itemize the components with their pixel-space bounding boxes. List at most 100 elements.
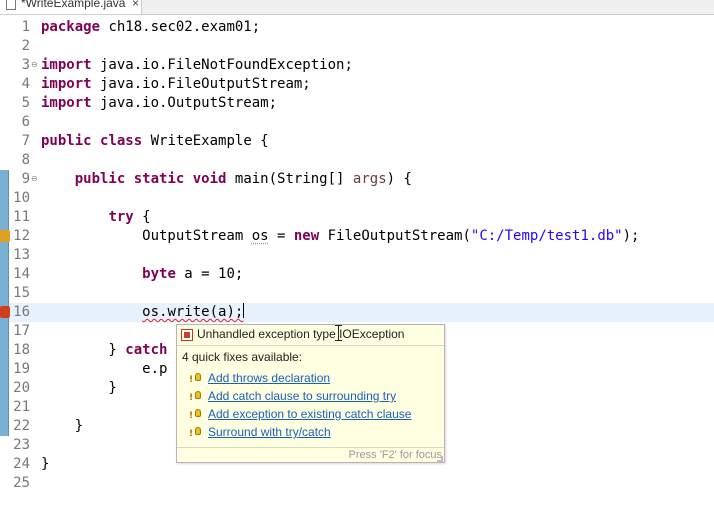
code-text: OutputStream os = new FileOutputStream("…: [41, 227, 639, 246]
code-token: catch: [125, 342, 168, 358]
code-token: }: [41, 456, 50, 472]
code-token: ch18.sec02.exam01;: [100, 19, 261, 35]
fix-add-throws-link[interactable]: Add throws declaration: [208, 371, 330, 385]
code-token: java.io.FileOutputStream;: [91, 76, 311, 92]
code-token: args: [352, 171, 387, 187]
code-token: class: [100, 133, 143, 149]
resize-grip-icon[interactable]: [437, 456, 443, 462]
editor-tab-writeexample[interactable]: *WriteExample.java ×: [0, 0, 142, 14]
quick-fix-icon: !: [189, 427, 203, 440]
code-token: OutputStream: [41, 228, 252, 244]
line-number: 8: [21, 152, 30, 168]
quick-fix-icon: !: [189, 373, 203, 386]
fix-add-catch-clause-link[interactable]: Add catch clause to surrounding try: [208, 389, 396, 403]
popup-footer: Press 'F2' for focus: [177, 447, 444, 463]
code-token: java.io.OutputStream;: [91, 95, 278, 111]
code-token: byte: [142, 266, 176, 282]
code-token: void: [192, 171, 227, 187]
line-number: 7: [21, 133, 30, 149]
code-text: }: [41, 455, 49, 474]
code-line[interactable]: 1 package ch18.sec02.exam01;: [0, 18, 714, 37]
code-token: main(String[]: [226, 171, 353, 187]
code-line[interactable]: 2: [0, 37, 714, 56]
code-token: public: [41, 133, 92, 149]
quick-fix-item[interactable]: ! Surround with try/catch: [189, 424, 439, 442]
code-token: {: [133, 209, 151, 225]
popup-header: Unhandled exception type IOException: [177, 325, 444, 346]
code-token: "C:/Temp/test1.db": [470, 228, 623, 244]
quick-fix-icon: !: [189, 391, 203, 404]
error-marker-icon[interactable]: [0, 306, 10, 318]
code-token: e.p: [41, 361, 168, 377]
line-number: 24: [13, 456, 30, 472]
code-line[interactable]: 16 os.write(a);: [0, 303, 714, 322]
error-icon: [181, 329, 193, 341]
code-token: import: [41, 57, 92, 73]
code-token: public: [74, 171, 126, 187]
code-token: FileOutputStream(: [319, 228, 471, 244]
code-line[interactable]: 14 byte a = 10;: [0, 265, 714, 284]
line-number: 2: [21, 38, 30, 54]
fix-surround-try-catch-link[interactable]: Surround with try/catch: [208, 425, 331, 439]
code-text: import java.io.FileOutputStream;: [41, 75, 311, 94]
code-token: a = 10;: [175, 266, 244, 282]
code-text: e.p: [41, 360, 167, 379]
line-number: 1: [21, 19, 30, 35]
code-token: new: [293, 228, 320, 244]
close-icon[interactable]: ×: [132, 0, 139, 10]
quick-fix-item[interactable]: ! Add exception to existing catch clause: [189, 406, 439, 424]
code-token: );: [622, 228, 640, 244]
code-line[interactable]: 6: [0, 113, 714, 132]
line-number: 6: [21, 114, 30, 130]
code-text: package ch18.sec02.exam01;: [41, 18, 260, 37]
code-line[interactable]: 4 import java.io.FileOutputStream;: [0, 75, 714, 94]
code-text: public class WriteExample {: [41, 132, 269, 151]
code-line[interactable]: 5 import java.io.OutputStream;: [0, 94, 714, 113]
code-line[interactable]: 15: [0, 284, 714, 303]
code-line[interactable]: 11 try {: [0, 208, 714, 227]
code-line[interactable]: 3 ⊖ import java.io.FileNotFoundException;: [0, 56, 714, 75]
code-text: import java.io.OutputStream;: [41, 94, 277, 113]
code-text: }: [41, 417, 83, 436]
code-token: static: [133, 171, 185, 187]
code-token: =: [268, 228, 294, 244]
quick-fix-item[interactable]: ! Add throws declaration: [189, 370, 439, 388]
text-caret: [243, 303, 245, 318]
fold-toggle-icon[interactable]: ⊖: [31, 60, 38, 70]
line-number: 23: [13, 437, 30, 453]
quick-fix-count: 4 quick fixes available:: [182, 350, 303, 364]
code-text: try {: [41, 208, 151, 227]
line-number: 25: [13, 475, 30, 491]
scope-highlight-bar: [0, 170, 9, 436]
quick-fix-popup: Unhandled exception type IOException 4 q…: [176, 324, 445, 463]
fold-toggle-icon[interactable]: ⊖: [31, 174, 38, 184]
code-line[interactable]: 10: [0, 189, 714, 208]
quick-fix-icon: !: [189, 409, 203, 422]
code-token: WriteExample {: [142, 133, 269, 149]
quick-fix-item[interactable]: ! Add catch clause to surrounding try: [189, 388, 439, 406]
line-number: 3: [21, 57, 30, 73]
focus-hint: Press 'F2' for focus: [348, 449, 442, 461]
tab-label: *WriteExample.java: [21, 0, 126, 10]
code-line[interactable]: 13: [0, 246, 714, 265]
line-number: 5: [21, 95, 30, 111]
code-token: }: [41, 342, 126, 358]
text-cursor-icon: [335, 325, 342, 341]
code-text: byte a = 10;: [41, 265, 243, 284]
code-line[interactable]: 7 public class WriteExample {: [0, 132, 714, 151]
code-token: package: [41, 19, 101, 35]
code-text: public static void main(String[] args) {: [41, 170, 412, 189]
code-line[interactable]: 25: [0, 474, 714, 493]
code-token: os.write(a);: [142, 304, 244, 320]
code-line[interactable]: 12 OutputStream os = new FileOutputStrea…: [0, 227, 714, 246]
warning-marker-icon[interactable]: [0, 230, 10, 242]
java-file-icon: [6, 0, 16, 10]
code-line[interactable]: 8: [0, 151, 714, 170]
fix-add-to-existing-catch-link[interactable]: Add exception to existing catch clause: [208, 407, 411, 421]
code-line[interactable]: 9 ⊖ public static void main(String[] args…: [0, 170, 714, 189]
